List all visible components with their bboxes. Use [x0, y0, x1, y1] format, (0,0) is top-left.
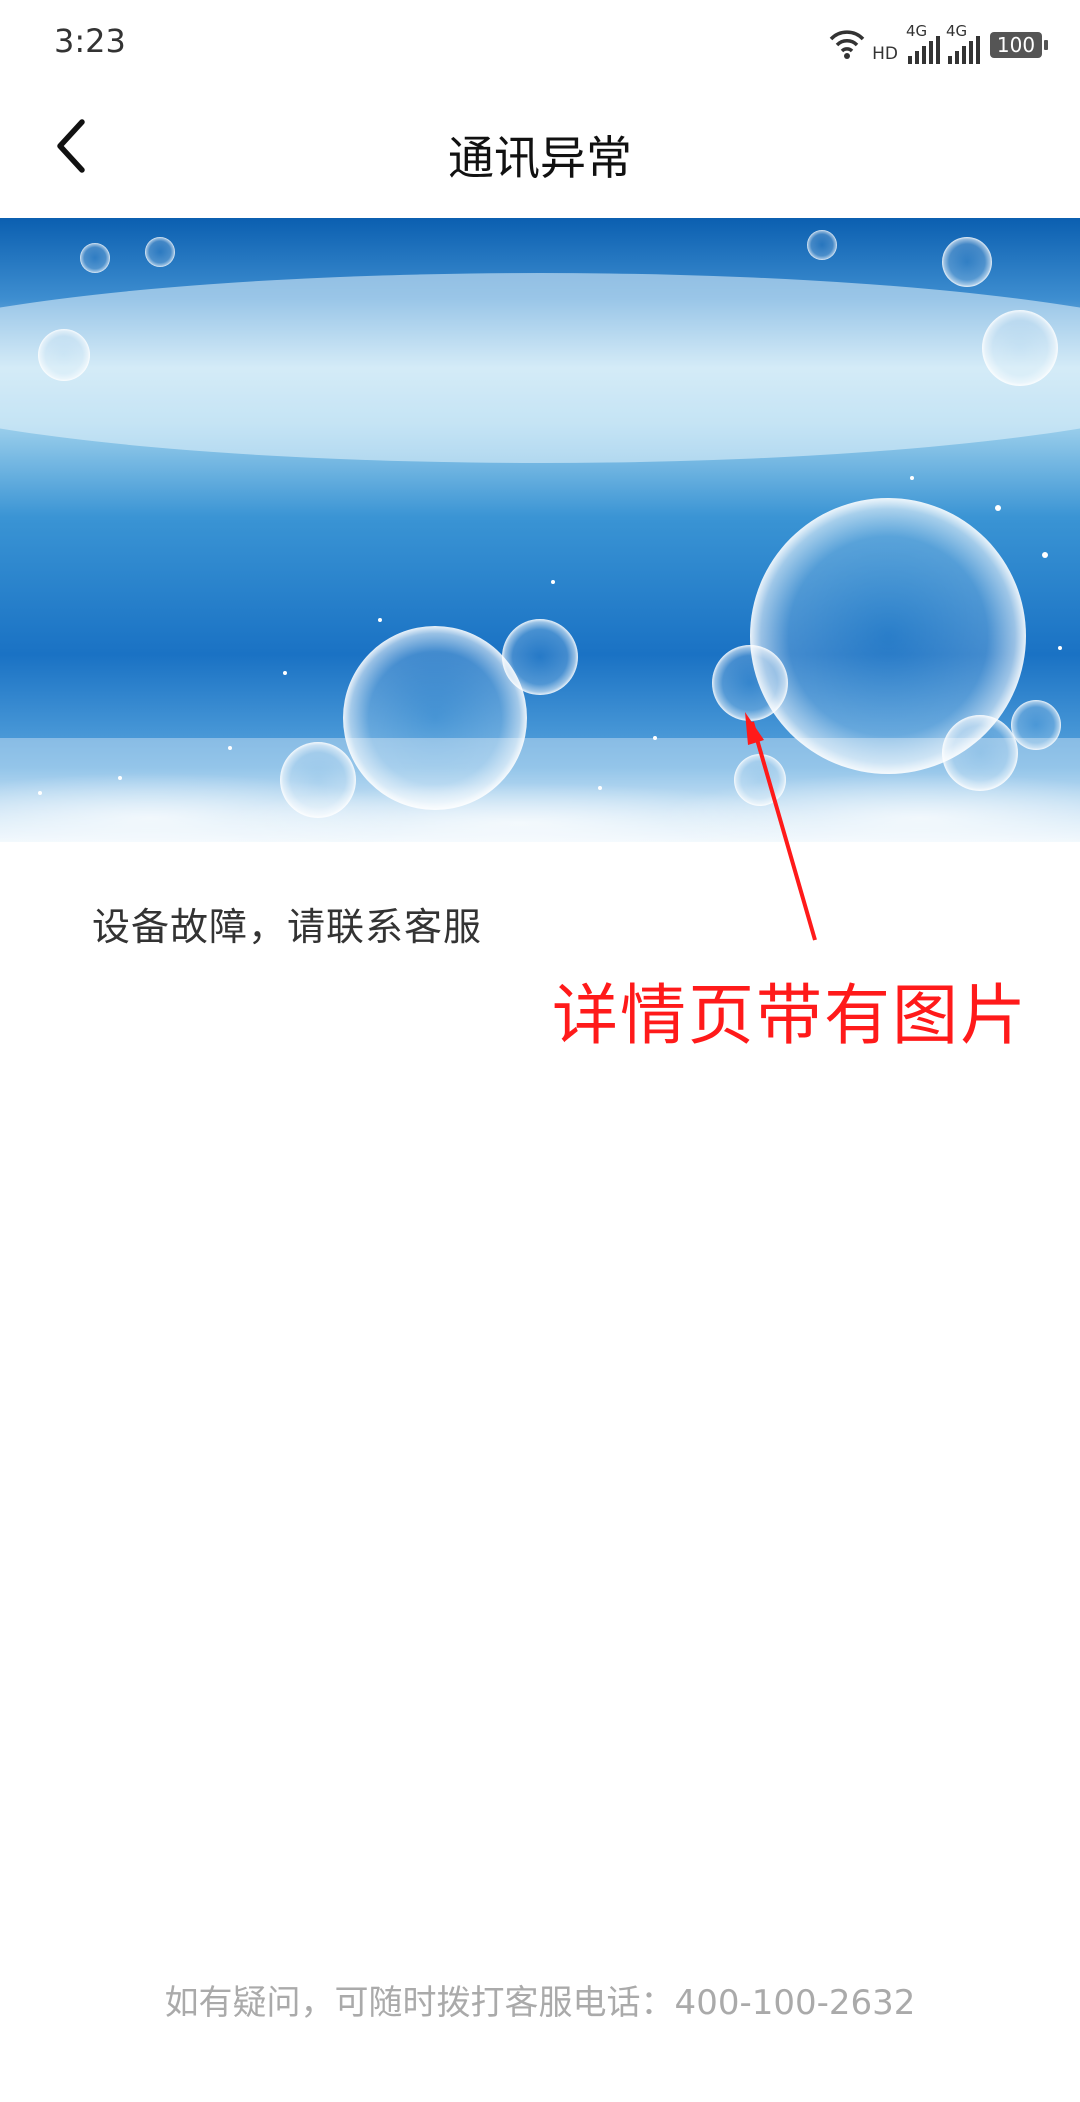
signal-strength-icon: 4G [946, 22, 980, 64]
status-bar: 3:23 HD 4G 4G 100 [0, 0, 1080, 88]
app-bar: 通讯异常 [0, 88, 1080, 218]
detail-message: 设备故障，请联系客服 [92, 905, 483, 949]
status-time: 3:23 [54, 22, 126, 60]
status-icons: HD 4G 4G 100 [828, 20, 1048, 64]
customer-service-note[interactable]: 如有疑问，可随时拨打客服电话：400-100-2632 [0, 1975, 1080, 2024]
signal-strength-icon: 4G [906, 22, 940, 64]
annotation-label: 详情页带有图片 [552, 977, 1028, 1054]
battery-icon: 100 [990, 32, 1048, 58]
hero-image [0, 218, 1080, 842]
page-title: 通讯异常 [448, 131, 632, 185]
wifi-icon [828, 28, 866, 64]
hd-label: HD [872, 44, 898, 64]
